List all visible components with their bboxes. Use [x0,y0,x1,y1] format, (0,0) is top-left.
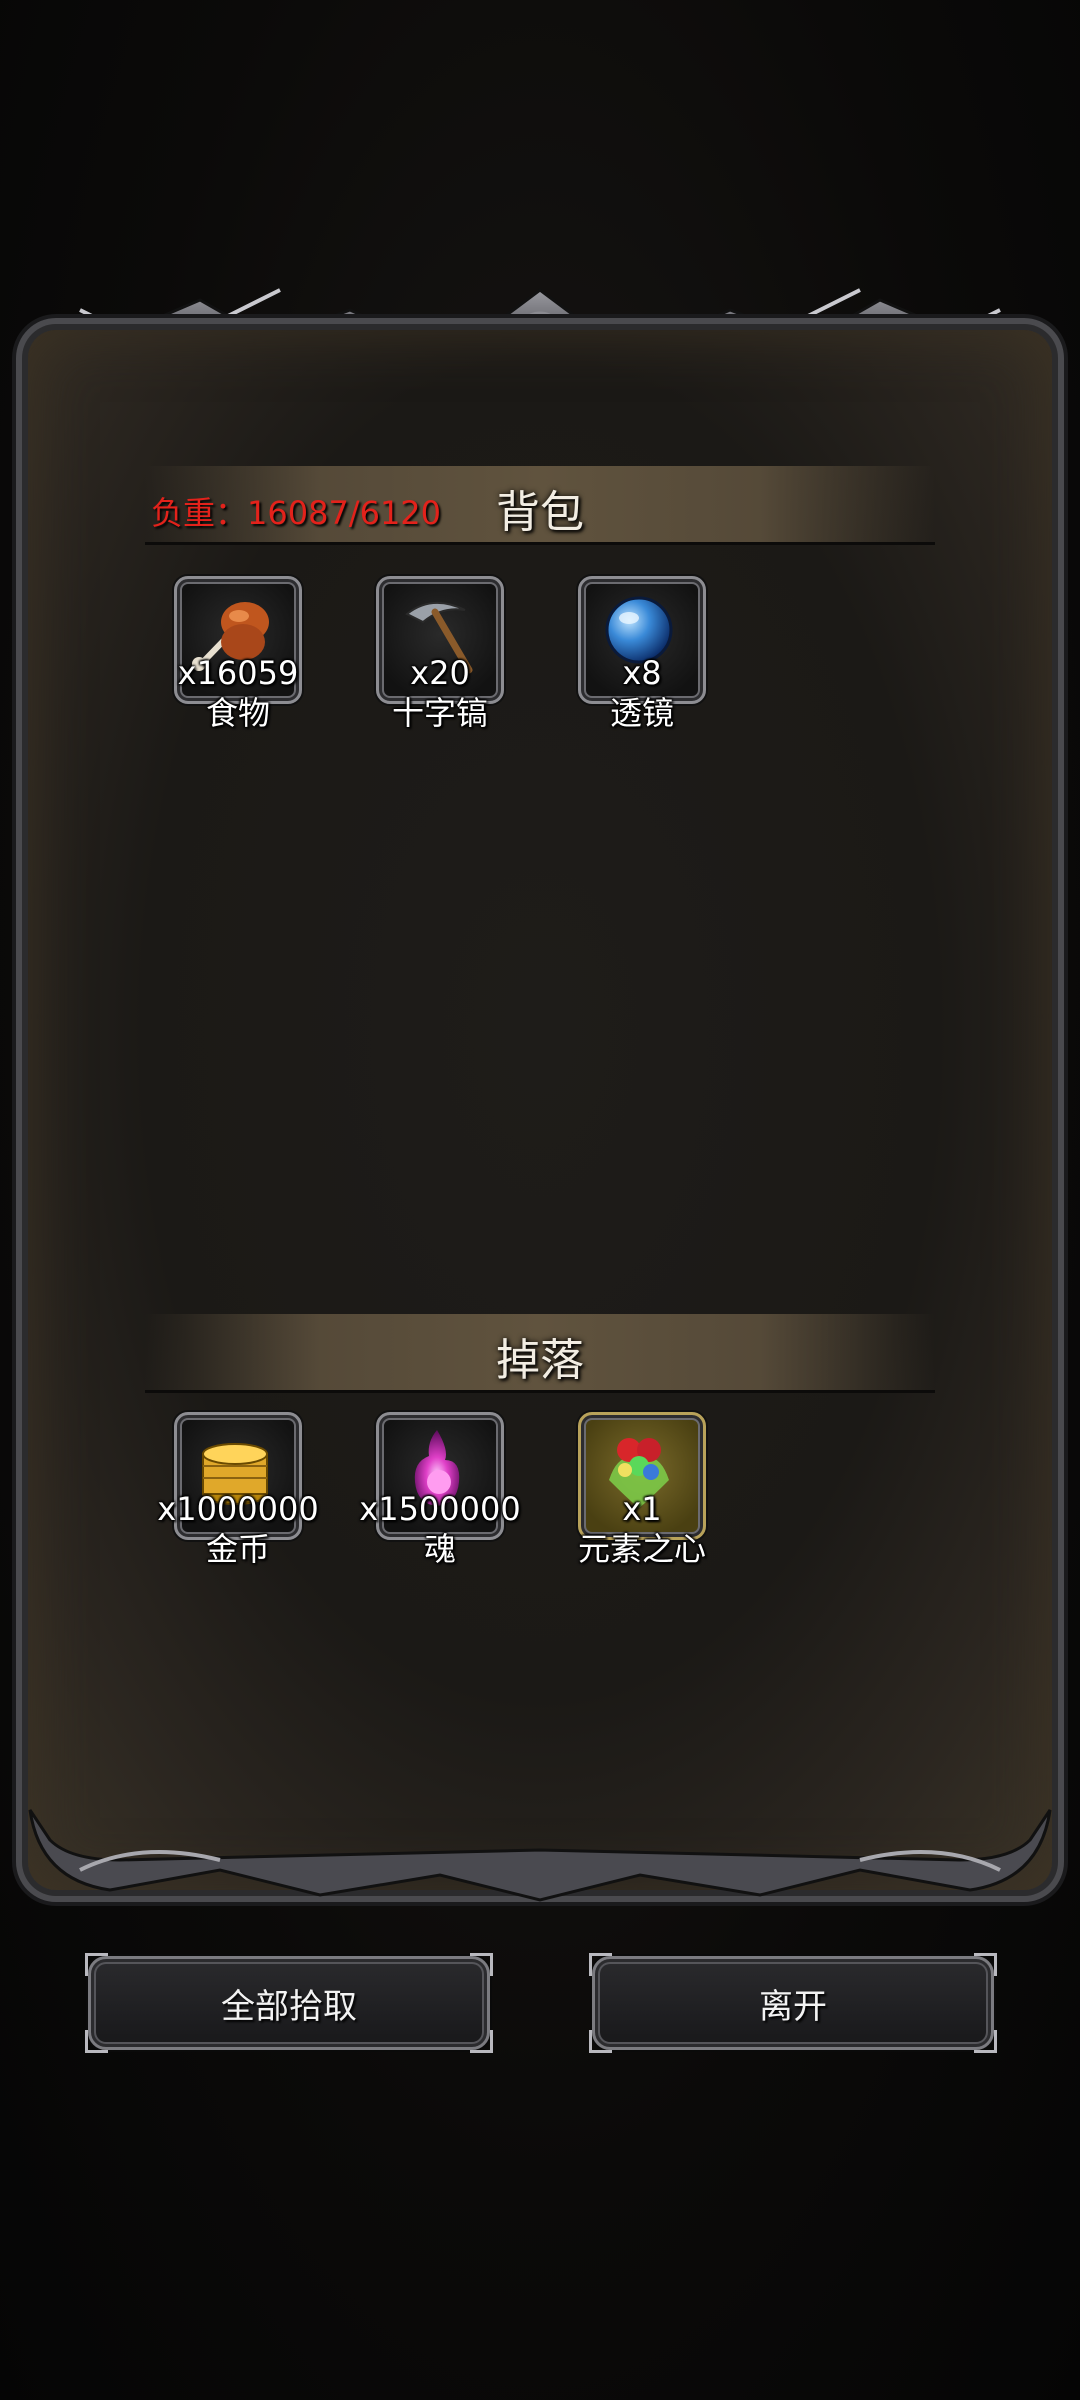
backpack-title: 背包 [496,487,584,538]
ornate-frame-bottom [28,1809,1052,1902]
backpack-header: 负重：16087/6120 背包 [145,466,935,545]
drop-item-soul[interactable]: x1500000 魂 [359,1412,521,1568]
pick-all-label: 全部拾取 [221,1986,357,2027]
item-name: 透镜 [609,694,674,732]
item-count: x8 [622,654,662,692]
drops-title: 掉落 [496,1335,584,1386]
loot-screen: 负重：16087/6120 背包 x16059 食物 x20 十字镐 x8 透镜… [0,0,1080,2400]
drops-header: 掉落 [145,1314,935,1393]
leave-button[interactable]: 离开 [589,1953,997,2053]
item-name: 元素之心 [577,1530,706,1568]
pick-all-button[interactable]: 全部拾取 [85,1953,493,2053]
item-count: x1 [622,1490,662,1528]
drop-item-element-heart[interactable]: x1 元素之心 [578,1412,706,1568]
leave-label: 离开 [759,1986,827,2027]
backpack-item-food[interactable]: x16059 食物 [174,576,302,732]
backpack-item-lens[interactable]: x8 透镜 [578,576,706,732]
inventory-panel [28,330,1052,1890]
drop-item-gold[interactable]: x1000000 金币 [157,1412,319,1568]
backpack-item-pickaxe[interactable]: x20 十字镐 [376,576,504,732]
